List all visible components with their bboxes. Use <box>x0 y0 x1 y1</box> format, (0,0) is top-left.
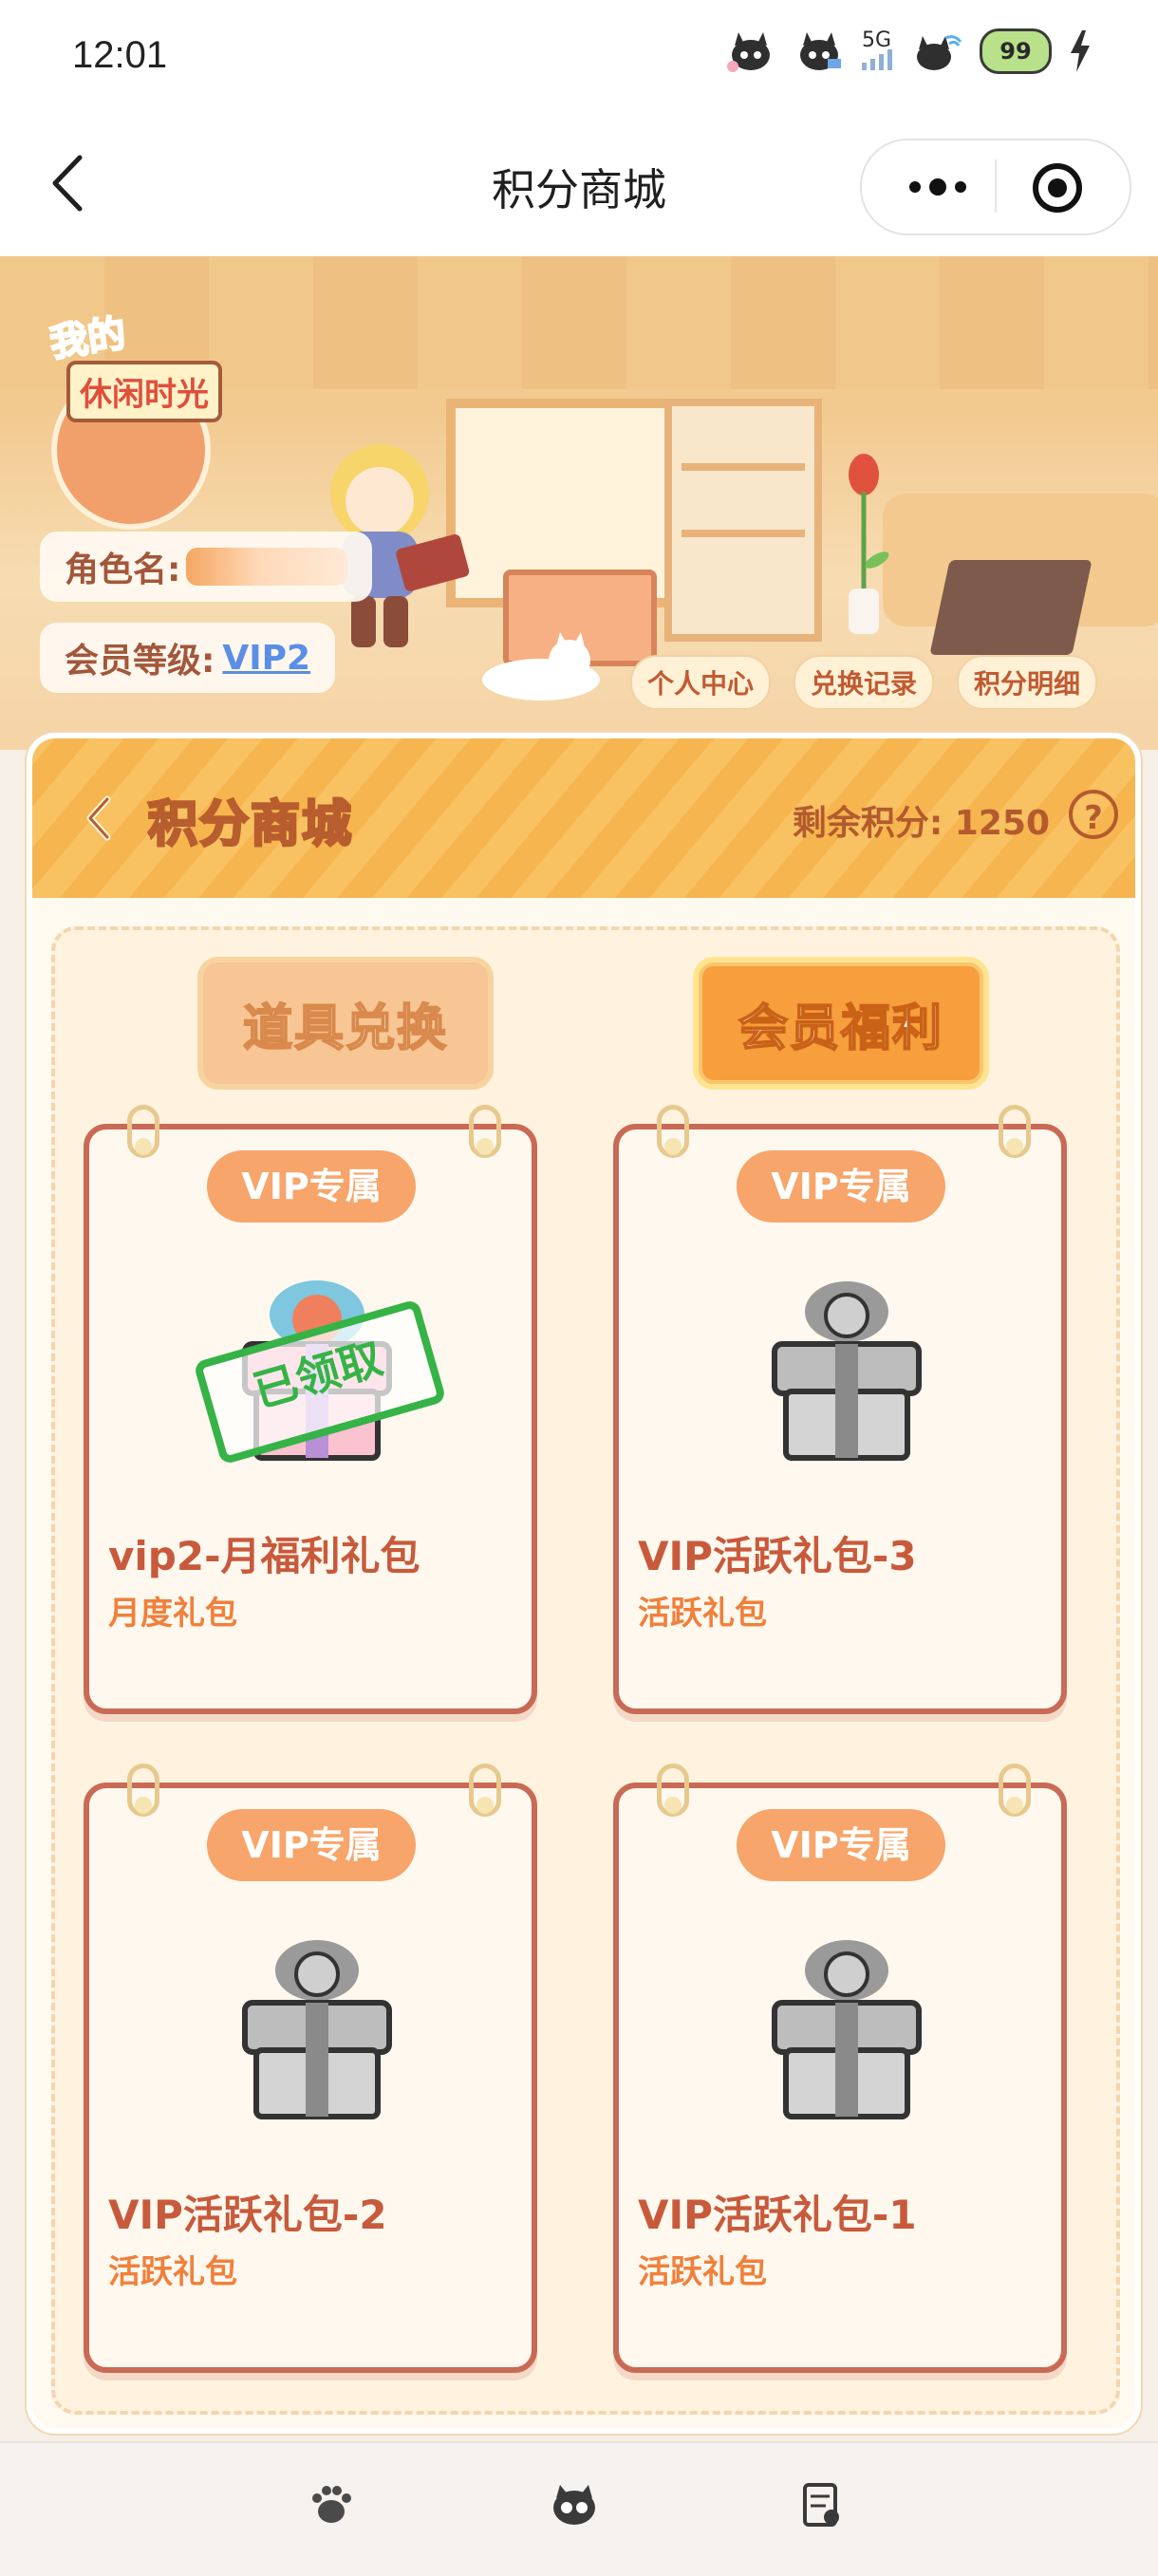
bookshelf <box>664 399 822 642</box>
vip-exclusive-badge: VIP专属 <box>737 1150 945 1223</box>
gift-box-grey-icon <box>242 1940 392 2119</box>
white-cat-illustration <box>482 632 600 700</box>
help-icon[interactable]: ? <box>1069 790 1118 839</box>
vip-exclusive-badge: VIP专属 <box>207 1809 416 1881</box>
gift-type: 月度礼包 <box>108 1595 237 1633</box>
gift-type: 活跃礼包 <box>638 2253 767 2291</box>
status-time: 12:01 <box>72 34 168 76</box>
card-ring <box>127 1764 159 1817</box>
mall-content: 道具兑换 会员福利 VIP专属 已领取 vip2-月福利礼包 月度礼包 VIP专… <box>51 926 1120 2415</box>
member-level-pill: 会员等级: VIP2 <box>40 623 336 693</box>
gift-name: VIP活跃礼包-1 <box>638 2192 917 2238</box>
gift-card-2[interactable]: VIP专属 VIP活跃礼包-3 活跃礼包 <box>613 1105 1067 1714</box>
tulip-vase <box>849 454 889 634</box>
remaining-points: 剩余积分: 1250 <box>793 795 1050 845</box>
gift-name: VIP活跃礼包-2 <box>108 2192 387 2238</box>
vip-exclusive-badge: VIP专属 <box>207 1150 416 1223</box>
points-label: 剩余积分: <box>792 804 943 843</box>
panel-back-icon[interactable] <box>84 795 113 841</box>
card-ring <box>999 1105 1031 1158</box>
target-icon[interactable] <box>1029 159 1086 216</box>
capsule-divider <box>995 159 997 213</box>
gift-name: VIP活跃礼包-3 <box>638 1533 917 1579</box>
note-icon[interactable] <box>795 2479 847 2530</box>
signal-indicator: 5G <box>862 28 894 70</box>
wifi-cat-icon <box>917 35 962 70</box>
card-ring <box>999 1764 1031 1817</box>
more-dots-icon[interactable] <box>900 161 976 213</box>
vip-exclusive-badge: VIP专属 <box>737 1809 945 1881</box>
mini-program-capsule <box>860 139 1131 235</box>
card-ring <box>469 1105 501 1158</box>
logo-text-line1: 我的 <box>47 311 130 367</box>
cat-face-icon[interactable] <box>549 2479 600 2530</box>
card-ring <box>469 1764 501 1817</box>
signal-bars-icon <box>862 49 892 70</box>
gift-type: 活跃礼包 <box>108 2253 237 2291</box>
tab-member-benefits[interactable]: 会员福利 <box>693 957 989 1090</box>
laptop <box>929 560 1093 655</box>
points-value: 1250 <box>954 804 1050 843</box>
role-name-pill: 角色名: <box>40 532 373 602</box>
gift-box-grey-icon <box>772 1940 922 2119</box>
bottom-tab-bar <box>0 2441 1158 2576</box>
gift-name: vip2-月福利礼包 <box>108 1533 420 1579</box>
points-mall-panel: 积分商城 剩余积分: 1250 ? 道具兑换 会员福利 VIP专属 已领取 vi… <box>27 733 1141 2434</box>
cat-notification-icon <box>727 32 770 72</box>
card-ring <box>127 1105 159 1158</box>
cat-notification-icon <box>800 32 841 70</box>
charging-icon <box>1071 30 1090 72</box>
role-name-label: 角色名: <box>65 551 181 589</box>
member-level-label: 会员等级: <box>65 642 215 681</box>
points-details-link[interactable]: 积分明细 <box>957 655 1098 710</box>
panel-title: 积分商城 <box>146 795 354 855</box>
gift-box-grey-icon <box>772 1281 922 1461</box>
battery-indicator: 99 <box>980 28 1052 74</box>
status-icons: 5G 99 <box>725 28 1092 74</box>
role-name-redacted <box>186 548 348 586</box>
tab-item-exchange[interactable]: 道具兑换 <box>197 957 494 1090</box>
status-bar: 12:01 5G 99 <box>0 0 1158 114</box>
network-label: 5G <box>862 28 892 52</box>
logo-text-line2: 休闲时光 <box>66 361 222 422</box>
member-level-value[interactable]: VIP2 <box>222 639 310 678</box>
gift-card-1[interactable]: VIP专属 已领取 vip2-月福利礼包 月度礼包 <box>84 1105 537 1714</box>
personal-center-link[interactable]: 个人中心 <box>630 655 772 710</box>
paw-icon[interactable] <box>306 2479 357 2530</box>
card-ring <box>657 1105 689 1158</box>
exchange-records-link[interactable]: 兑换记录 <box>794 655 935 710</box>
gift-type: 活跃礼包 <box>638 1595 767 1633</box>
card-ring <box>657 1764 689 1817</box>
panel-header: 积分商城 剩余积分: 1250 ? <box>32 738 1135 898</box>
nav-bar: 积分商城 <box>0 114 1158 256</box>
gift-card-3[interactable]: VIP专属 VIP活跃礼包-2 活跃礼包 <box>84 1764 537 2373</box>
game-logo: 我的 休闲时光 <box>28 275 247 530</box>
gift-card-4[interactable]: VIP专属 VIP活跃礼包-1 活跃礼包 <box>613 1764 1067 2373</box>
